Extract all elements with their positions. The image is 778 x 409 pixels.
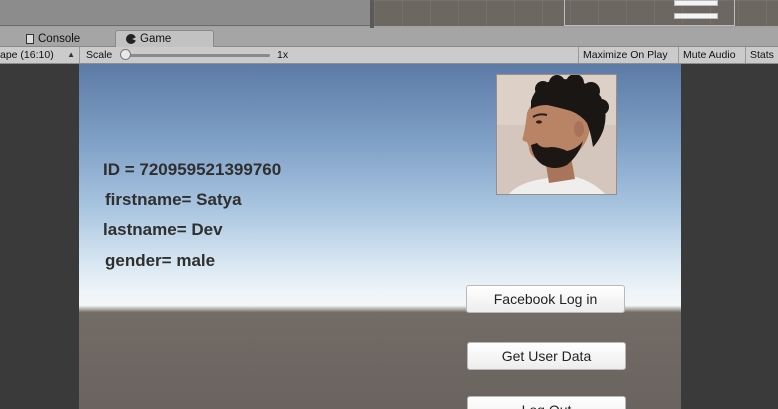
- viewport-gutter-right: [681, 64, 778, 409]
- game-viewport[interactable]: ID = 720959521399760 firstname= Satya la…: [79, 64, 681, 409]
- scale-slider[interactable]: [120, 47, 272, 63]
- aspect-dropdown[interactable]: ape (16:10) ▲︎: [0, 47, 80, 63]
- tab-game[interactable]: Game: [115, 30, 214, 47]
- maximize-on-play-button[interactable]: Maximize On Play: [578, 47, 678, 63]
- tab-game-label: Game: [140, 33, 172, 45]
- stats-button[interactable]: Stats: [745, 47, 778, 63]
- tab-console-label: Console: [38, 32, 81, 45]
- scene-mini-button: [674, 13, 718, 19]
- log-out-button[interactable]: Log Out: [467, 396, 626, 409]
- facebook-login-button[interactable]: Facebook Log in: [466, 285, 625, 313]
- get-user-data-button[interactable]: Get User Data: [467, 342, 626, 370]
- gender-text: gender= male: [105, 251, 216, 270]
- top-strip: [0, 0, 778, 28]
- scale-value: 1x: [277, 49, 289, 61]
- game-icon: [126, 34, 137, 44]
- game-toolbar: ape (16:10) ▲︎ Scale 1x Maximize On Play…: [0, 47, 778, 64]
- scale-slider-track[interactable]: [124, 54, 270, 57]
- scale-slider-thumb[interactable]: [120, 49, 131, 60]
- dropdown-arrows-icon: ▲︎: [67, 50, 75, 59]
- profile-picture-graphic: [497, 75, 616, 194]
- aspect-value: ape (16:10): [0, 49, 54, 61]
- scene-mini-button: [674, 0, 718, 6]
- lastname-text: lastname= Dev: [103, 220, 223, 239]
- tab-console[interactable]: Console: [16, 30, 116, 47]
- console-icon: [26, 33, 34, 44]
- mute-audio-button[interactable]: Mute Audio: [678, 47, 745, 63]
- upper-panel: [0, 0, 370, 26]
- firstname-text: firstname= Satya: [105, 190, 242, 209]
- profile-picture: [496, 74, 617, 195]
- viewport-gutter-left: [0, 64, 79, 409]
- user-id-text: ID = 720959521399760: [103, 160, 282, 179]
- tab-bar: Console Game: [0, 28, 778, 47]
- scale-label: Scale: [86, 49, 113, 61]
